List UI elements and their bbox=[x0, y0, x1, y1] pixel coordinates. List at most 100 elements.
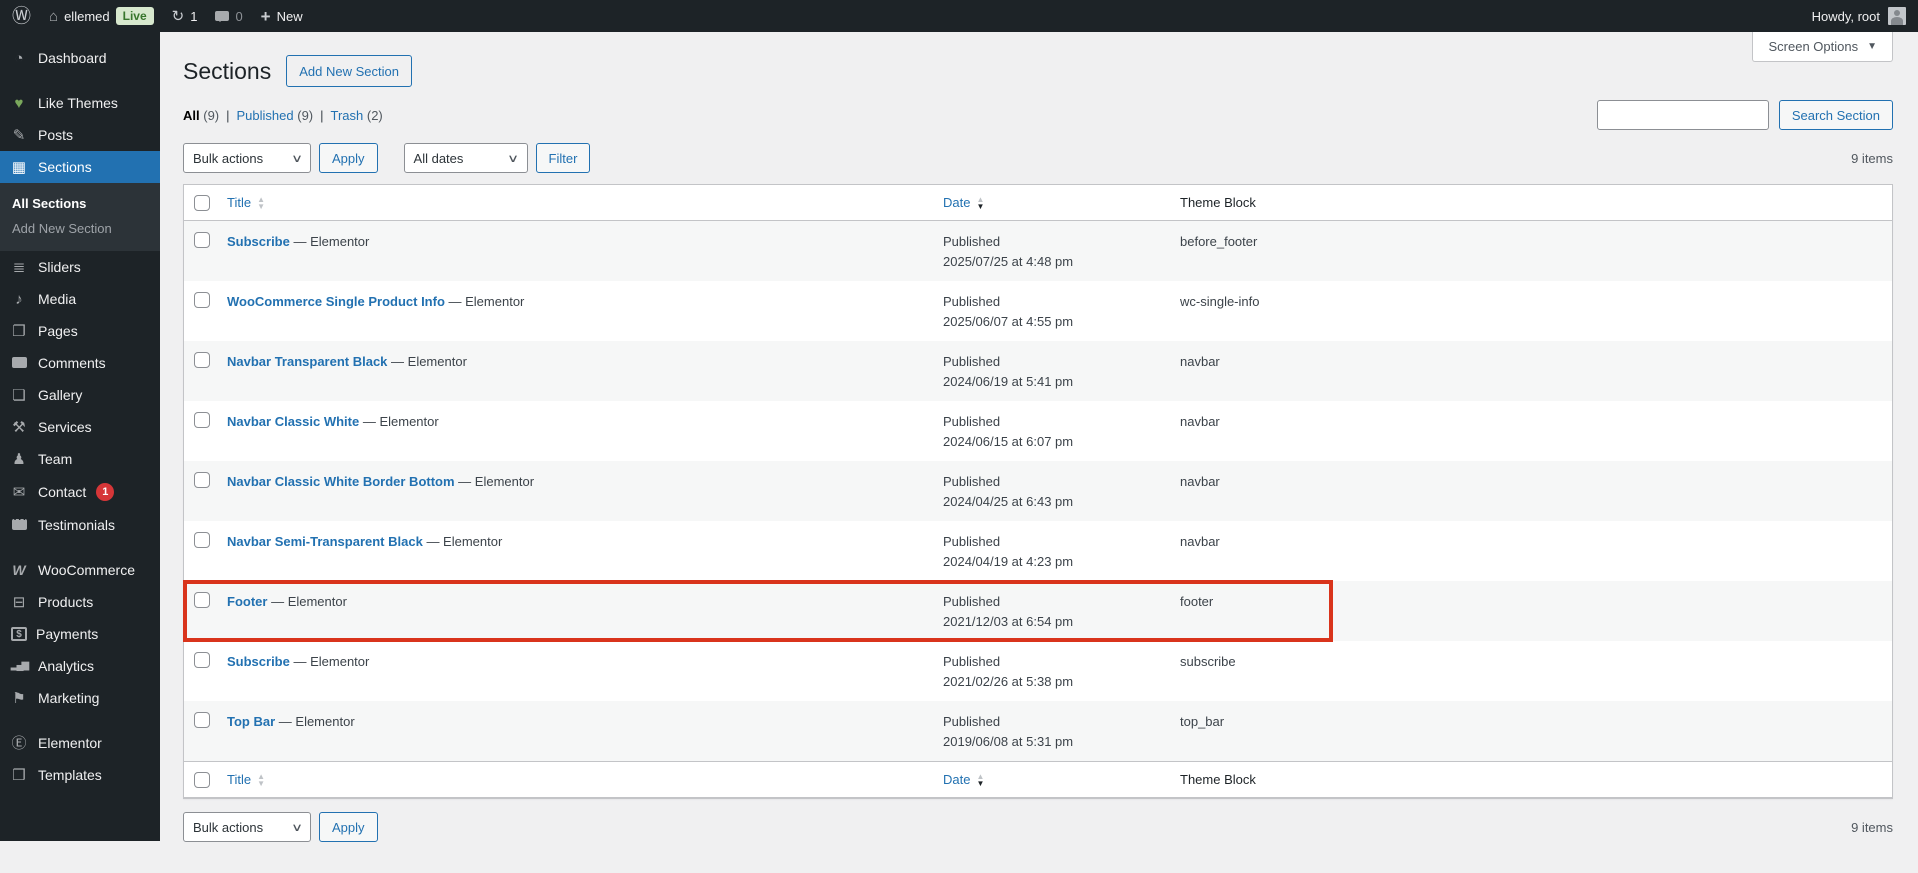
table-body: Subscribe — Elementor Published 2025/07/… bbox=[184, 221, 1892, 761]
row-date: 2024/04/25 at 6:43 pm bbox=[943, 492, 1170, 512]
row-checkbox[interactable] bbox=[194, 472, 210, 488]
sidebar-item-gallery[interactable]: ❏ Gallery bbox=[0, 379, 160, 411]
select-all-checkbox[interactable] bbox=[194, 195, 210, 211]
sidebar-item-templates[interactable]: ❒ Templates bbox=[0, 759, 160, 791]
wordpress-logo-icon[interactable]: Ⓦ bbox=[12, 7, 31, 26]
sidebar-item-media[interactable]: ♪ Media bbox=[0, 283, 160, 315]
sidebar-item-comments[interactable]: Comments bbox=[0, 347, 160, 379]
sidebar-item-posts[interactable]: ✎ Posts bbox=[0, 119, 160, 151]
bulk-actions-label: Bulk actions bbox=[193, 820, 263, 835]
comment-bubble-icon bbox=[9, 356, 29, 371]
sidebar-item-sections[interactable]: ▦ Sections bbox=[0, 151, 160, 183]
sort-arrows-icon: ▲▼ bbox=[976, 196, 984, 210]
sidebar-item-contact[interactable]: ✉ Contact 1 bbox=[0, 475, 160, 509]
avatar[interactable] bbox=[1888, 7, 1906, 25]
comments-indicator[interactable]: 0 bbox=[215, 9, 242, 24]
pushpin-icon: ✎ bbox=[9, 128, 29, 143]
section-title-link[interactable]: Navbar Classic White Border Bottom bbox=[227, 474, 455, 489]
testimonials-bubble-icon bbox=[9, 518, 29, 533]
filter-button[interactable]: Filter bbox=[536, 143, 591, 173]
dates-filter-select[interactable]: All dates ∨ bbox=[404, 143, 528, 173]
section-title-link[interactable]: Subscribe bbox=[227, 654, 290, 669]
row-checkbox[interactable] bbox=[194, 712, 210, 728]
sidebar-item-elementor[interactable]: Ⓔ Elementor bbox=[0, 727, 160, 759]
dashboard-icon: ◔ bbox=[9, 51, 29, 66]
new-content-menu[interactable]: + New bbox=[261, 8, 303, 25]
sections-icon: ▦ bbox=[9, 160, 29, 175]
folder-icon: ❒ bbox=[9, 768, 29, 783]
add-new-section-button[interactable]: Add New Section bbox=[286, 55, 412, 87]
sidebar-item-products[interactable]: ⊟ Products bbox=[0, 586, 160, 618]
column-header-title[interactable]: Title bbox=[227, 195, 251, 210]
elementor-icon: Ⓔ bbox=[9, 736, 29, 751]
table-header: Title▲▼Date▲▼Theme Block bbox=[184, 185, 1892, 221]
view-filter-all[interactable]: All (9) bbox=[183, 108, 219, 123]
sidebar-item-woocommerce[interactable]: W WooCommerce bbox=[0, 554, 160, 586]
site-menu[interactable]: ⌂ ellemed Live bbox=[49, 7, 154, 25]
row-checkbox[interactable] bbox=[194, 532, 210, 548]
sidebar-item-pages[interactable]: ❐ Pages bbox=[0, 315, 160, 347]
sidebar-item-testimonials[interactable]: Testimonials bbox=[0, 509, 160, 541]
sidebar-item-services[interactable]: ⚒ Services bbox=[0, 411, 160, 443]
section-title-suffix: — Elementor bbox=[271, 594, 347, 609]
table-row: Subscribe — Elementor Published 2025/07/… bbox=[184, 221, 1892, 281]
select-all-checkbox[interactable] bbox=[194, 772, 210, 788]
sidebar-item-marketing[interactable]: ⚑ Marketing bbox=[0, 682, 160, 714]
section-title-link[interactable]: Navbar Classic White bbox=[227, 414, 359, 429]
submenu-item-all-sections[interactable]: All Sections bbox=[0, 191, 160, 216]
comment-icon bbox=[215, 11, 229, 21]
sort-arrows-icon: ▲▼ bbox=[257, 773, 265, 787]
filter-views: All (9)|Published (9)|Trash (2) bbox=[183, 108, 383, 123]
row-checkbox[interactable] bbox=[194, 352, 210, 368]
section-title-link[interactable]: Footer bbox=[227, 594, 267, 609]
section-title-link[interactable]: WooCommerce Single Product Info bbox=[227, 294, 445, 309]
sidebar-item-analytics[interactable]: ▂▄▆ Analytics bbox=[0, 650, 160, 682]
screen-options-button[interactable]: Screen Options ▼ bbox=[1752, 32, 1893, 62]
sidebar-item-team[interactable]: ♟ Team bbox=[0, 443, 160, 475]
row-status: Published bbox=[943, 412, 1170, 432]
search-input[interactable] bbox=[1597, 100, 1769, 130]
view-filter-trash[interactable]: Trash (2) bbox=[331, 108, 383, 123]
row-checkbox[interactable] bbox=[194, 592, 210, 608]
sidebar-item-payments[interactable]: $ Payments bbox=[0, 618, 160, 650]
column-header-date[interactable]: Date bbox=[943, 772, 970, 787]
person-icon: ♟ bbox=[9, 452, 29, 467]
envelope-icon: ✉ bbox=[9, 485, 29, 500]
row-status: Published bbox=[943, 352, 1170, 372]
column-header-date[interactable]: Date bbox=[943, 195, 970, 210]
woocommerce-icon: W bbox=[9, 563, 29, 577]
column-header-theme_block: Theme Block bbox=[1180, 772, 1256, 787]
row-date: 2021/02/26 at 5:38 pm bbox=[943, 672, 1170, 692]
updates-indicator[interactable]: ↻ 1 bbox=[172, 9, 198, 24]
row-date: 2024/04/19 at 4:23 pm bbox=[943, 552, 1170, 572]
howdy-account-link[interactable]: Howdy, root bbox=[1812, 9, 1880, 24]
bulk-actions-select-bottom[interactable]: Bulk actions ∨ bbox=[183, 812, 311, 842]
sidebar-item-dashboard[interactable]: ◔ Dashboard bbox=[0, 42, 160, 74]
column-header-title[interactable]: Title bbox=[227, 772, 251, 787]
section-title-link[interactable]: Top Bar bbox=[227, 714, 275, 729]
search-section-button[interactable]: Search Section bbox=[1779, 100, 1893, 130]
sidebar-item-like-themes[interactable]: ♥ Like Themes bbox=[0, 87, 160, 119]
section-title-link[interactable]: Navbar Transparent Black bbox=[227, 354, 387, 369]
row-checkbox[interactable] bbox=[194, 652, 210, 668]
comment-count: 0 bbox=[235, 9, 242, 24]
row-status: Published bbox=[943, 292, 1170, 312]
row-checkbox[interactable] bbox=[194, 232, 210, 248]
submenu-item-add-new-section[interactable]: Add New Section bbox=[0, 216, 160, 241]
screen-options-label: Screen Options bbox=[1768, 39, 1858, 54]
bulk-actions-select[interactable]: Bulk actions ∨ bbox=[183, 143, 311, 173]
unread-count-badge: 1 bbox=[96, 483, 114, 501]
table-nav-bottom: Bulk actions ∨ Apply 9 items bbox=[183, 811, 1893, 843]
section-title-link[interactable]: Subscribe bbox=[227, 234, 290, 249]
menu-separator bbox=[0, 74, 160, 87]
like-themes-icon: ♥ bbox=[9, 96, 29, 111]
apply-button-bottom[interactable]: Apply bbox=[319, 812, 378, 842]
row-date: 2025/07/25 at 4:48 pm bbox=[943, 252, 1170, 272]
apply-button[interactable]: Apply bbox=[319, 143, 378, 173]
section-title-link[interactable]: Navbar Semi-Transparent Black bbox=[227, 534, 423, 549]
view-filter-published[interactable]: Published (9) bbox=[237, 108, 314, 123]
row-checkbox[interactable] bbox=[194, 412, 210, 428]
row-checkbox[interactable] bbox=[194, 292, 210, 308]
sidebar-item-sliders[interactable]: ≣ Sliders bbox=[0, 251, 160, 283]
table-row: Navbar Classic White Border Bottom — Ele… bbox=[184, 461, 1892, 521]
